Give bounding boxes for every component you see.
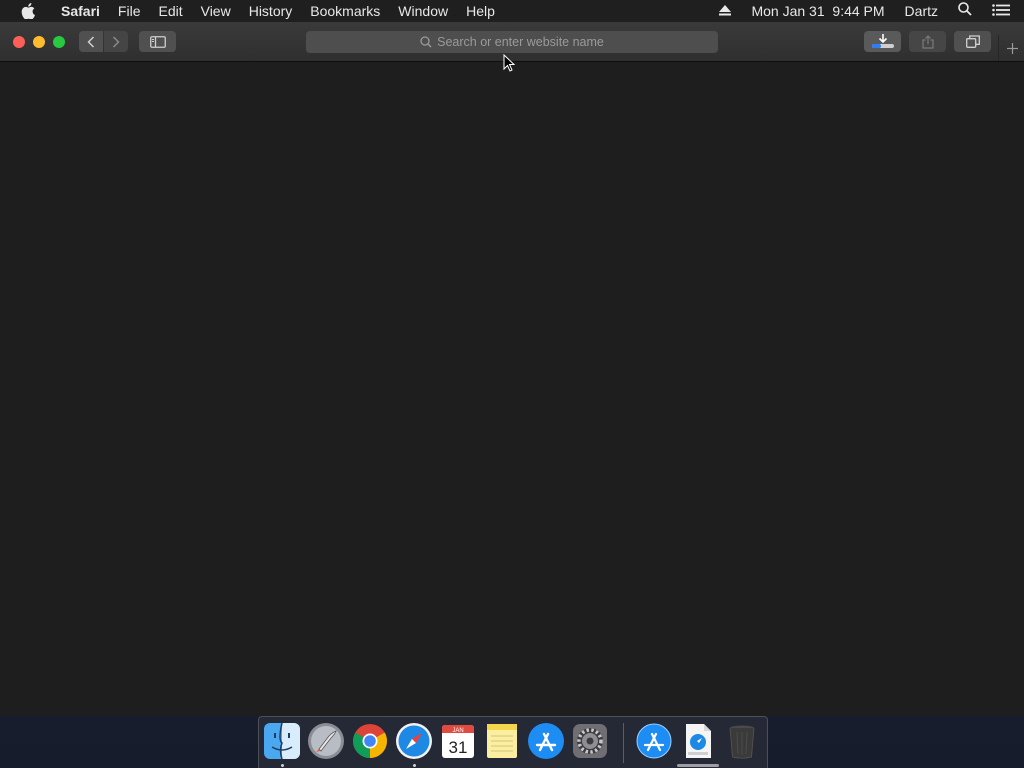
search-icon xyxy=(420,36,432,48)
forward-button[interactable] xyxy=(104,31,128,52)
system-preferences-dock-icon[interactable] xyxy=(571,722,609,760)
downloads-progress-indicator xyxy=(677,764,719,767)
calendar-day-label: 31 xyxy=(449,738,468,757)
dock-separator xyxy=(623,723,624,763)
menu-user[interactable]: Dartz xyxy=(895,0,948,22)
chevron-left-icon xyxy=(87,35,95,48)
applications-folder-dock-icon[interactable] xyxy=(635,722,673,760)
download-icon xyxy=(871,34,894,48)
address-placeholder: Search or enter website name xyxy=(437,35,604,49)
plus-icon xyxy=(1006,42,1018,54)
menu-history[interactable]: History xyxy=(240,0,302,22)
eject-icon[interactable] xyxy=(709,0,741,22)
tabs-overview-icon xyxy=(965,35,980,48)
menu-view[interactable]: View xyxy=(192,0,240,22)
fullscreen-window-button[interactable] xyxy=(53,36,65,48)
finder-dock-icon[interactable] xyxy=(263,722,301,760)
menu-clock[interactable]: Mon Jan 31 9:44 PM xyxy=(741,0,894,22)
share-icon xyxy=(921,34,934,49)
mouse-cursor-icon xyxy=(503,54,515,72)
app-store-dock-icon[interactable] xyxy=(527,722,565,760)
chevron-right-icon xyxy=(112,35,120,48)
menu-help[interactable]: Help xyxy=(457,0,504,22)
back-button[interactable] xyxy=(79,31,103,52)
tab-overview-button[interactable] xyxy=(954,31,991,52)
close-window-button[interactable] xyxy=(13,36,25,48)
menu-bar: Safari File Edit View History Bookmarks … xyxy=(0,0,1024,22)
trash-dock-icon[interactable] xyxy=(723,722,761,760)
safari-dock-icon[interactable] xyxy=(395,722,433,760)
sidebar-toggle-button[interactable] xyxy=(139,31,176,52)
notification-center-icon[interactable] xyxy=(982,0,1024,22)
finder-running-indicator xyxy=(281,764,284,767)
safari-running-indicator xyxy=(413,764,416,767)
dock: JAN 31 xyxy=(258,716,768,768)
calendar-month-label: JAN xyxy=(452,728,463,734)
menu-window[interactable]: Window xyxy=(389,0,457,22)
launchpad-dock-icon[interactable] xyxy=(307,722,345,760)
notes-dock-icon[interactable] xyxy=(483,722,521,760)
menu-file[interactable]: File xyxy=(109,0,150,22)
menu-bookmarks[interactable]: Bookmarks xyxy=(301,0,389,22)
web-content-area[interactable] xyxy=(0,62,1024,716)
address-bar[interactable]: Search or enter website name xyxy=(306,31,718,53)
menu-edit[interactable]: Edit xyxy=(149,0,191,22)
downloads-stack-dock-icon[interactable] xyxy=(679,722,717,760)
share-button[interactable] xyxy=(909,31,946,52)
downloads-button[interactable] xyxy=(864,31,901,52)
sidebar-icon xyxy=(149,35,166,48)
minimize-window-button[interactable] xyxy=(33,36,45,48)
chrome-dock-icon[interactable] xyxy=(351,722,389,760)
spotlight-search-icon[interactable] xyxy=(948,0,982,22)
apple-logo-icon[interactable] xyxy=(18,0,38,22)
desktop: Safari File Edit View History Bookmarks … xyxy=(0,0,1024,768)
new-tab-button[interactable] xyxy=(998,35,1024,61)
safari-window: Search or enter website name xyxy=(0,22,1024,716)
calendar-dock-icon[interactable]: JAN 31 xyxy=(439,722,477,760)
menu-app-safari[interactable]: Safari xyxy=(52,0,109,22)
